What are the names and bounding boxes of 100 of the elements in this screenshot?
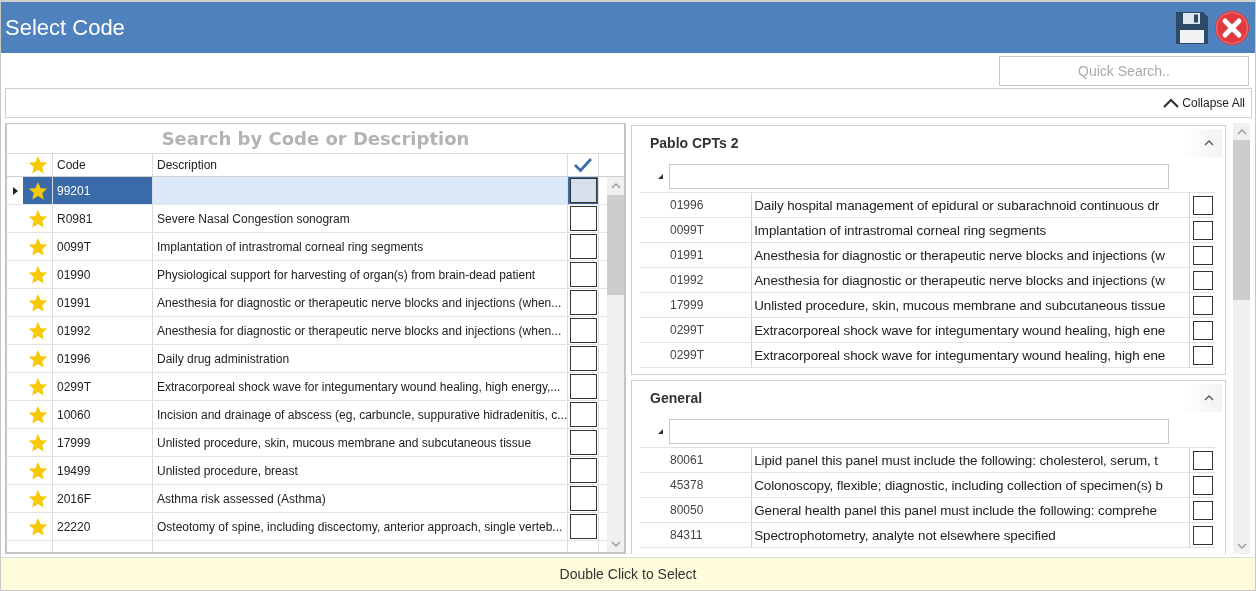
table-cell: Severe Nasal Congestion sonogram bbox=[157, 211, 350, 226]
table-cell: Anesthesia for diagnostic or therapeutic nerve blocks and injections (when... bbox=[157, 323, 562, 338]
table-row[interactable]: 01990 Physiological support for harvesting of organ(s) from brain-dead patient bbox=[7, 261, 607, 289]
checkbox[interactable] bbox=[1192, 245, 1213, 265]
checkbox[interactable] bbox=[569, 234, 597, 259]
chevron-icon[interactable] bbox=[1204, 140, 1214, 146]
table-cell: 0299T bbox=[670, 323, 705, 337]
table-cell: 80061 bbox=[670, 453, 704, 467]
table-cell: Colonoscopy, flexible; diagnostic, including collection of specimen(s) b bbox=[754, 477, 1163, 493]
table-row[interactable]: 01996 Daily drug administration bbox=[7, 345, 607, 373]
checkbox[interactable] bbox=[569, 374, 597, 399]
star-icon[interactable] bbox=[27, 516, 48, 537]
star-icon[interactable] bbox=[27, 404, 48, 425]
table-cell: Implantation of intrastromal corneal ring segments bbox=[754, 222, 1047, 238]
checkbox[interactable] bbox=[1192, 450, 1213, 470]
table-cell: Anesthesia for diagnostic or therapeutic nerve blocks and injections (w bbox=[754, 272, 1165, 288]
star-icon[interactable] bbox=[27, 208, 48, 229]
chevron-icon[interactable] bbox=[1204, 395, 1214, 401]
expander-icon[interactable] bbox=[658, 429, 663, 434]
table-row[interactable]: 17999 Unlisted procedure, skin, mucous membrane and subcutaneous tissue bbox=[7, 429, 607, 457]
star-icon[interactable] bbox=[27, 488, 48, 509]
table-row[interactable]: 0299T Extracorporeal shock wave for integumentary wound healing, high energy,... bbox=[7, 373, 607, 401]
table-cell: Unlisted procedure, skin, mucous membrane and subcutaneous tissue bbox=[754, 297, 1166, 313]
checkbox[interactable] bbox=[569, 262, 597, 287]
checkbox[interactable] bbox=[569, 206, 597, 231]
table-cell: R0981 bbox=[53, 205, 153, 232]
checkbox[interactable] bbox=[1192, 500, 1213, 520]
checkbox[interactable] bbox=[569, 290, 597, 315]
checkbox[interactable] bbox=[1192, 270, 1213, 290]
checkbox[interactable] bbox=[569, 514, 597, 539]
close-icon[interactable] bbox=[1214, 9, 1250, 46]
table-cell: 22220 bbox=[53, 513, 153, 540]
column-header[interactable]: Code bbox=[53, 154, 153, 176]
table-cell: Physiological support for harvesting of organ(s) from brain-dead patient bbox=[157, 267, 536, 282]
quick-search-field[interactable]: Quick Search.. bbox=[999, 55, 1249, 86]
table-cell: General health panel this panel must include the following: comprehe bbox=[754, 502, 1157, 518]
checkbox[interactable] bbox=[1192, 345, 1213, 365]
star-icon[interactable] bbox=[27, 320, 48, 341]
star-icon[interactable] bbox=[27, 460, 48, 481]
checkbox[interactable] bbox=[569, 486, 597, 511]
table-cell: 45378 bbox=[670, 478, 704, 492]
table-cell: 0299T bbox=[670, 348, 705, 362]
table-cell: 84311 bbox=[670, 528, 703, 542]
column-header[interactable]: Description bbox=[153, 154, 568, 176]
checkbox[interactable] bbox=[569, 458, 597, 483]
star-icon[interactable] bbox=[27, 376, 48, 397]
window-title: Select Code bbox=[5, 14, 126, 41]
filter-field[interactable] bbox=[669, 419, 1169, 444]
checkbox[interactable] bbox=[569, 402, 597, 427]
checkmark-icon bbox=[573, 157, 593, 173]
expander-icon[interactable] bbox=[658, 174, 663, 179]
table-row[interactable]: 0099T Implantation of intrastromal corneal ring segments bbox=[7, 233, 607, 261]
star-icon[interactable] bbox=[27, 292, 48, 313]
checkbox[interactable] bbox=[1192, 525, 1213, 545]
star-icon[interactable] bbox=[27, 264, 48, 285]
table-row[interactable]: 19499 Unlisted procedure, breast bbox=[7, 457, 607, 485]
group-title: Pablo CPTs 2 bbox=[650, 135, 740, 151]
save-icon[interactable] bbox=[1174, 9, 1210, 46]
table-cell: 17999 bbox=[53, 429, 153, 456]
checkbox[interactable] bbox=[569, 318, 597, 343]
star-icon[interactable] bbox=[27, 432, 48, 453]
table-cell: Unlisted procedure, skin, mucous membrane and subcutaneous tissue bbox=[157, 435, 532, 450]
star-icon[interactable] bbox=[27, 236, 48, 257]
table-cell: Implantation of intrastromal corneal ring segments bbox=[157, 239, 424, 254]
table-cell: Daily drug administration bbox=[157, 351, 290, 366]
table-row[interactable]: 22220 Osteotomy of spine, including discectomy, anterior approach, single verteb... bbox=[7, 513, 607, 541]
table-cell: Osteotomy of spine, including discectomy, anterior approach, single verteb... bbox=[157, 519, 563, 534]
table-cell: Extracorporeal shock wave for integumentary wound healing, high ene bbox=[754, 322, 1166, 338]
checkbox[interactable] bbox=[1192, 475, 1213, 495]
checkbox[interactable] bbox=[1192, 195, 1213, 215]
chevron-icon bbox=[1163, 98, 1180, 108]
checkbox[interactable] bbox=[569, 178, 597, 203]
star-icon bbox=[27, 155, 48, 175]
checkbox[interactable] bbox=[569, 346, 597, 371]
table-cell: 19499 bbox=[53, 457, 153, 484]
table-cell: Anesthesia for diagnostic or therapeutic nerve blocks and injections (when... bbox=[157, 295, 562, 310]
table-cell: Unlisted procedure, breast bbox=[157, 463, 298, 478]
table-cell: 2016F bbox=[53, 485, 153, 512]
filter-field[interactable] bbox=[669, 164, 1169, 189]
checkbox[interactable] bbox=[1192, 320, 1213, 340]
collapse-all-button[interactable]: Collapse All bbox=[1163, 96, 1245, 110]
checkbox[interactable] bbox=[1192, 295, 1213, 315]
table-cell: 17999 bbox=[670, 298, 704, 312]
checkbox[interactable] bbox=[1192, 220, 1213, 240]
row-pointer-icon bbox=[12, 186, 18, 195]
table-row[interactable]: 2016F Asthma risk assessed (Asthma) bbox=[7, 485, 607, 513]
star-icon[interactable] bbox=[27, 348, 48, 369]
status-text: Double Click to Select bbox=[559, 566, 697, 582]
table-cell: 01996 bbox=[53, 345, 153, 372]
table-row[interactable]: R0981 Severe Nasal Congestion sonogram bbox=[7, 205, 607, 233]
table-row[interactable]: 01991 Anesthesia for diagnostic or therapeutic nerve blocks and injections (when... bbox=[7, 289, 607, 317]
table-row[interactable]: 01992 Anesthesia for diagnostic or therapeutic nerve blocks and injections (when... bbox=[7, 317, 607, 345]
star-icon[interactable] bbox=[27, 180, 48, 201]
table-cell: Daily hospital management of epidural or subarachnoid continuous dr bbox=[754, 197, 1160, 213]
table-cell: 0099T bbox=[53, 233, 153, 260]
table-cell: 80050 bbox=[670, 503, 704, 517]
group-title: General bbox=[650, 390, 704, 406]
checkbox[interactable] bbox=[569, 430, 597, 455]
table-cell: 01992 bbox=[670, 273, 704, 287]
table-row[interactable]: 10060 Incision and drainage of abscess (eg, carbuncle, suppurative hidradenitis, c... bbox=[7, 401, 607, 429]
